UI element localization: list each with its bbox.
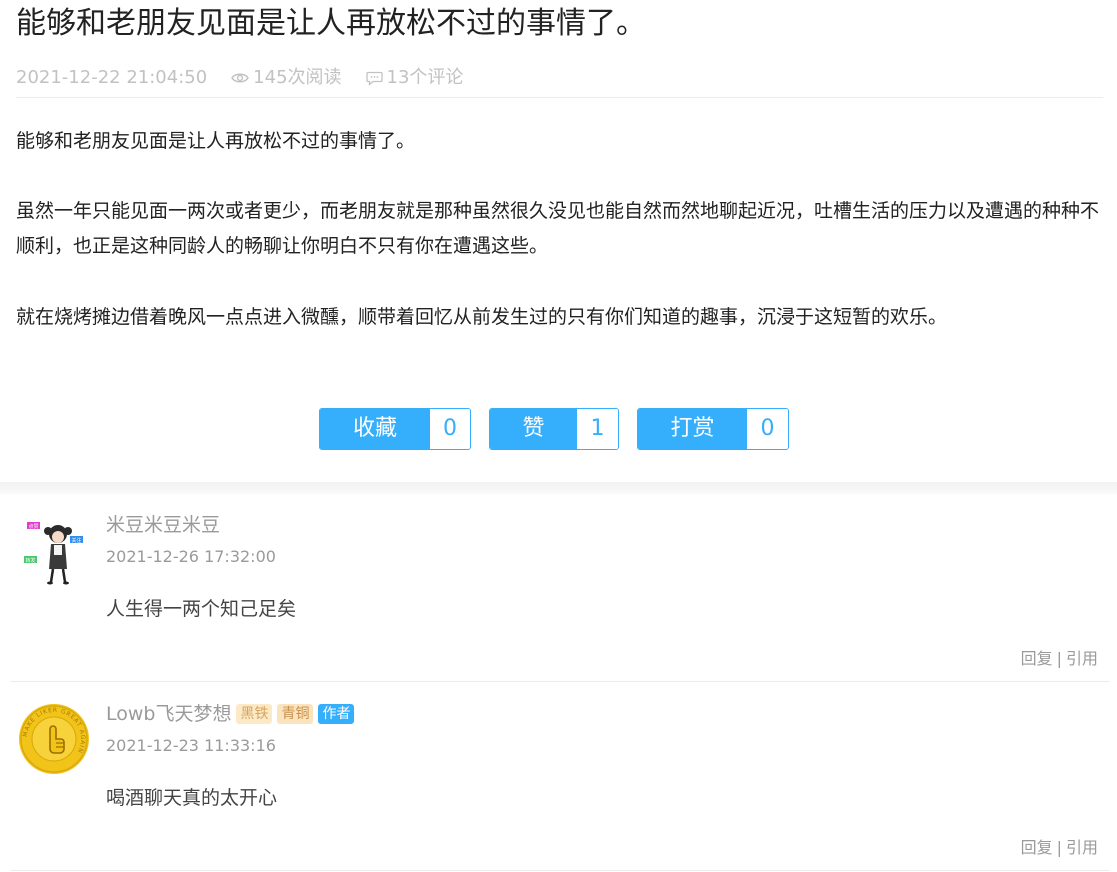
like-label: 赞: [490, 409, 577, 449]
comment-text: 喝酒聊天真的太开心: [106, 787, 278, 809]
action-bar: 收藏 0 赞 1 打赏 0: [319, 408, 789, 450]
section-divider: [0, 482, 1117, 494]
avatar[interactable]: 点赞 关注 转发: [18, 514, 90, 586]
meta-divider: [16, 97, 1103, 98]
reply-link[interactable]: 回复: [1021, 649, 1053, 668]
separator: |: [1056, 649, 1062, 668]
comment-time: 2021-12-23 11:33:16: [106, 736, 276, 755]
reply-link[interactable]: 回复: [1021, 838, 1053, 857]
view-count-text: 145次阅读: [253, 67, 342, 88]
comment-time: 2021-12-26 17:32:00: [106, 547, 276, 566]
badge-heitie: 黑铁: [236, 704, 273, 724]
svg-text:转发: 转发: [25, 557, 35, 564]
commenter-name[interactable]: 米豆米豆米豆: [106, 512, 220, 538]
comment-item: 点赞 关注 转发 米豆米豆米豆 2021-12-26 17:32:00 人生得一…: [10, 494, 1110, 682]
article-paragraph-3: 就在烧烤摊边借着晚风一点点进入微醺，顺带着回忆从前发生过的只有你们知道的趣事，沉…: [16, 306, 948, 328]
comment-count[interactable]: 13个评论: [365, 66, 464, 90]
favorite-label: 收藏: [320, 409, 430, 449]
commenter-name-text: 米豆米豆米豆: [106, 514, 221, 536]
tip-button[interactable]: 打赏 0: [637, 408, 789, 450]
quote-link[interactable]: 引用: [1066, 649, 1098, 668]
comment-count-text: 13个评论: [386, 67, 464, 88]
article-paragraph-1: 能够和老朋友见面是让人再放松不过的事情了。: [16, 130, 416, 152]
svg-text:点赞: 点赞: [28, 523, 38, 530]
comment-actions: 回复 | 引用: [1021, 837, 1098, 859]
tip-count: 0: [747, 409, 788, 449]
comment-actions: 回复 | 引用: [1021, 648, 1098, 670]
article-meta: 2021-12-22 21:04:50 145次阅读 13个评论: [16, 66, 463, 90]
article-title: 能够和老朋友见面是让人再放松不过的事情了。: [16, 6, 646, 41]
view-count: 145次阅读: [231, 66, 342, 90]
comment-divider: [10, 681, 1110, 682]
comment-item: MAKE LIKER GREAT AGAIN Lowb飞天梦想 黑铁 青铜 作者…: [10, 683, 1110, 871]
svg-text:关注: 关注: [71, 537, 81, 544]
commenter-name-text: Lowb飞天梦想: [106, 703, 232, 725]
badge-qingtong: 青铜: [277, 704, 314, 724]
badge-author: 作者: [318, 704, 355, 724]
publish-date-text: 2021-12-22 21:04:50: [16, 67, 208, 88]
like-count: 1: [577, 409, 618, 449]
separator: |: [1056, 838, 1062, 857]
comment-divider: [10, 870, 1110, 871]
publish-date: 2021-12-22 21:04:50: [16, 66, 207, 90]
commenter-name[interactable]: Lowb飞天梦想 黑铁 青铜 作者: [106, 701, 355, 727]
favorite-count: 0: [430, 409, 470, 449]
tip-label: 打赏: [638, 409, 747, 449]
comment-text: 人生得一两个知己足矣: [106, 598, 297, 620]
article-paragraph-2: 虽然一年只能见面一两次或者更少，而老朋友就是那种虽然很久没见也能自然而然地聊起近…: [16, 200, 1100, 257]
eye-icon: [231, 73, 249, 83]
like-button[interactable]: 赞 1: [489, 408, 619, 450]
comment-bubble-icon: [365, 71, 383, 86]
avatar[interactable]: MAKE LIKER GREAT AGAIN: [18, 703, 90, 775]
favorite-button[interactable]: 收藏 0: [319, 408, 471, 450]
quote-link[interactable]: 引用: [1066, 838, 1098, 857]
article: 能够和老朋友见面是让人再放松不过的事情了。 2021-12-22 21:04:5…: [0, 0, 1117, 482]
